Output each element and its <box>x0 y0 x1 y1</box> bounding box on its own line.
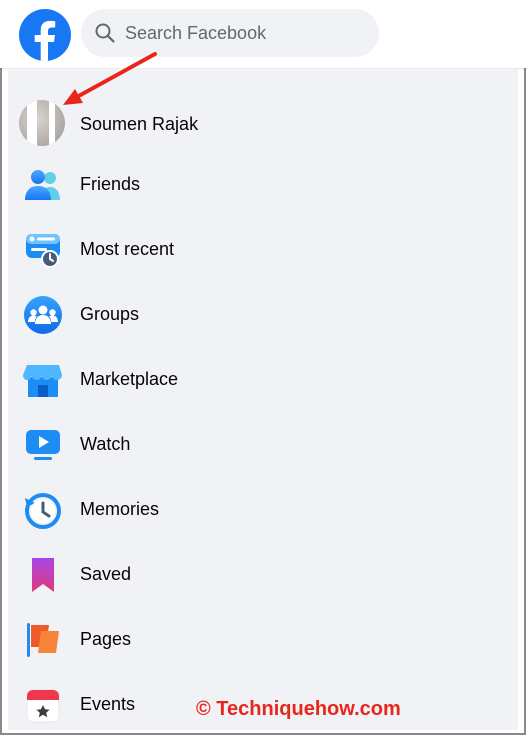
search-icon <box>95 23 115 43</box>
left-sidebar: Soumen Rajak Friends Most recent Groups … <box>8 70 518 730</box>
sidebar-item-saved[interactable]: Saved <box>8 546 518 606</box>
watermark: © Techniquehow.com <box>196 698 401 720</box>
friends-icon <box>25 170 60 200</box>
saved-icon <box>32 558 54 592</box>
pages-icon <box>27 623 59 657</box>
groups-icon <box>24 296 62 334</box>
sidebar-item-pages[interactable]: Pages <box>8 611 518 671</box>
sidebar-item-label: Friends <box>80 174 141 194</box>
sidebar-item-label: Memories <box>80 499 160 519</box>
sidebar-item-marketplace[interactable]: Marketplace <box>8 351 518 411</box>
sidebar-item-label: Groups <box>80 304 140 324</box>
profile-name: Soumen Rajak <box>80 114 199 134</box>
watch-icon <box>26 430 60 460</box>
memories-icon <box>25 493 61 529</box>
most-recent-icon <box>26 234 60 268</box>
sidebar-item-label: Saved <box>80 564 132 584</box>
sidebar-item-label: Pages <box>80 629 132 649</box>
sidebar-item-label: Marketplace <box>80 369 179 389</box>
sidebar-item-label: Most recent <box>80 239 175 259</box>
sidebar-item-friends[interactable]: Friends <box>8 156 518 216</box>
sidebar-item-watch[interactable]: Watch <box>8 416 518 476</box>
sidebar-item-groups[interactable]: Groups <box>8 286 518 346</box>
sidebar-item-most-recent[interactable]: Most recent <box>8 221 518 281</box>
sidebar-item-label: Watch <box>80 434 131 454</box>
marketplace-icon <box>23 365 62 397</box>
sidebar-item-label: Events <box>80 694 136 714</box>
sidebar-item-memories[interactable]: Memories <box>8 481 518 541</box>
annotation-arrow-icon <box>63 52 157 105</box>
events-icon <box>26 689 60 723</box>
